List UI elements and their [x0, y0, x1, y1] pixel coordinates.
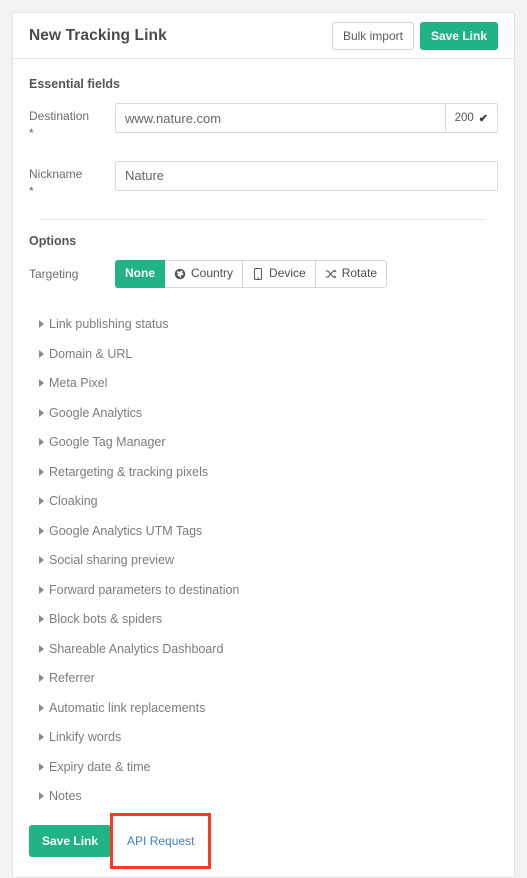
mobile-icon	[252, 267, 264, 280]
page-title: New Tracking Link	[29, 26, 167, 44]
collapsible-label: Google Analytics	[49, 405, 143, 420]
collapsible-label: Meta Pixel	[49, 376, 108, 391]
destination-row: Destination * 200 ✔	[29, 103, 498, 143]
caret-right-icon	[39, 556, 44, 565]
collapsible-label: Automatic link replacements	[49, 700, 206, 715]
collapsible-label: Social sharing preview	[49, 553, 175, 568]
collapsible-automatic-link-replacements[interactable]: Automatic link replacements	[29, 693, 498, 723]
targeting-option-rotate[interactable]: Rotate	[315, 259, 388, 288]
collapsible-label: Google Analytics UTM Tags	[49, 523, 203, 538]
collapsible-linkify-words[interactable]: Linkify words	[29, 723, 498, 753]
collapsible-block-bots-spiders[interactable]: Block bots & spiders	[29, 605, 498, 635]
caret-right-icon	[39, 438, 44, 447]
destination-label: Destination *	[29, 103, 115, 143]
caret-right-icon	[39, 733, 44, 742]
targeting-button-group: None Country Device Rotate	[115, 259, 388, 288]
collapsible-label: Forward parameters to destination	[49, 582, 240, 597]
nickname-row: Nickname *	[29, 160, 498, 201]
collapsible-expiry-date-time[interactable]: Expiry date & time	[29, 752, 498, 782]
caret-right-icon	[39, 349, 44, 358]
collapsible-referrer[interactable]: Referrer	[29, 664, 498, 694]
save-link-button-footer[interactable]: Save Link	[29, 825, 112, 858]
check-icon: ✔	[478, 112, 488, 125]
targeting-option-none[interactable]: None	[115, 259, 165, 288]
caret-right-icon	[39, 703, 44, 712]
targeting-option-country-label: Country	[191, 266, 234, 281]
targeting-row: Targeting None Country Device Rotate	[29, 259, 498, 288]
caret-right-icon	[39, 792, 44, 801]
shuffle-icon	[325, 268, 337, 280]
collapsible-label: Block bots & spiders	[49, 612, 163, 627]
targeting-option-device-label: Device	[269, 266, 306, 281]
collapsible-label: Linkify words	[49, 730, 122, 745]
caret-right-icon	[39, 526, 44, 535]
destination-input[interactable]	[115, 103, 446, 133]
caret-right-icon	[39, 615, 44, 624]
api-request-wrapper: API Request	[110, 813, 212, 870]
api-request-link[interactable]: API Request	[117, 826, 204, 856]
caret-right-icon	[39, 585, 44, 594]
options-heading: Options	[29, 233, 77, 248]
header-actions: Bulk import Save Link	[331, 21, 498, 50]
collapsible-label: Expiry date & time	[49, 759, 151, 774]
collapsible-social-sharing-preview[interactable]: Social sharing preview	[29, 546, 498, 576]
destination-required-mark: *	[29, 126, 34, 141]
nickname-required-mark: *	[29, 184, 34, 199]
section-divider	[41, 218, 486, 220]
collapsible-label: Google Tag Manager	[49, 435, 166, 450]
nickname-input[interactable]	[115, 160, 498, 191]
destination-status-badge: 200 ✔	[445, 103, 498, 133]
collapsible-google-analytics[interactable]: Google Analytics	[29, 398, 498, 428]
nickname-label-text: Nickname	[29, 166, 83, 181]
targeting-option-none-label: None	[125, 266, 155, 281]
destination-input-group: 200 ✔	[115, 103, 498, 133]
card-footer: Save Link API Request	[13, 813, 514, 877]
nickname-label: Nickname *	[29, 161, 115, 201]
collapsible-google-analytics-utm-tags[interactable]: Google Analytics UTM Tags	[29, 516, 498, 546]
targeting-option-country[interactable]: Country	[165, 259, 244, 288]
caret-right-icon	[39, 379, 44, 388]
collapsible-domain-and-url[interactable]: Domain & URL	[29, 339, 498, 369]
collapsible-forward-parameters[interactable]: Forward parameters to destination	[29, 575, 498, 605]
targeting-label: Targeting	[29, 266, 79, 281]
caret-right-icon	[39, 497, 44, 506]
collapsible-label: Referrer	[49, 671, 95, 686]
collapsible-cloaking[interactable]: Cloaking	[29, 487, 498, 517]
caret-right-icon	[39, 674, 44, 683]
collapsible-google-tag-manager[interactable]: Google Tag Manager	[29, 428, 498, 458]
save-link-button-header[interactable]: Save Link	[419, 21, 498, 50]
caret-right-icon	[39, 467, 44, 476]
caret-right-icon	[39, 762, 44, 771]
collapsible-sections-list: Link publishing status Domain & URL Meta…	[29, 310, 498, 812]
collapsible-label: Link publishing status	[49, 317, 169, 332]
targeting-option-rotate-label: Rotate	[341, 266, 378, 281]
collapsible-label: Retargeting & tracking pixels	[49, 464, 209, 479]
essential-fields-heading: Essential fields	[29, 77, 121, 91]
destination-label-text: Destination	[29, 109, 90, 123]
caret-right-icon	[39, 408, 44, 417]
new-tracking-link-card: New Tracking Link Bulk import Save Link …	[12, 12, 515, 878]
collapsible-retargeting-tracking-pixels[interactable]: Retargeting & tracking pixels	[29, 457, 498, 487]
nickname-input-group	[115, 160, 498, 191]
collapsible-label: Cloaking	[49, 494, 98, 509]
collapsible-meta-pixel[interactable]: Meta Pixel	[29, 369, 498, 399]
collapsible-link-publishing-status[interactable]: Link publishing status	[29, 310, 498, 340]
caret-right-icon	[39, 644, 44, 653]
collapsible-label: Notes	[49, 789, 82, 804]
collapsible-shareable-analytics-dashboard[interactable]: Shareable Analytics Dashboard	[29, 634, 498, 664]
status-code-text: 200	[454, 112, 474, 124]
targeting-option-device[interactable]: Device	[243, 259, 316, 288]
card-header: New Tracking Link Bulk import Save Link	[13, 13, 514, 59]
collapsible-notes[interactable]: Notes	[29, 782, 498, 812]
collapsible-label: Domain & URL	[49, 346, 133, 361]
card-body: Essential fields Destination * 200 ✔ Nic…	[13, 59, 514, 811]
caret-right-icon	[39, 320, 44, 329]
bulk-import-button[interactable]: Bulk import	[331, 21, 414, 50]
collapsible-label: Shareable Analytics Dashboard	[49, 641, 224, 656]
globe-icon	[174, 268, 186, 280]
